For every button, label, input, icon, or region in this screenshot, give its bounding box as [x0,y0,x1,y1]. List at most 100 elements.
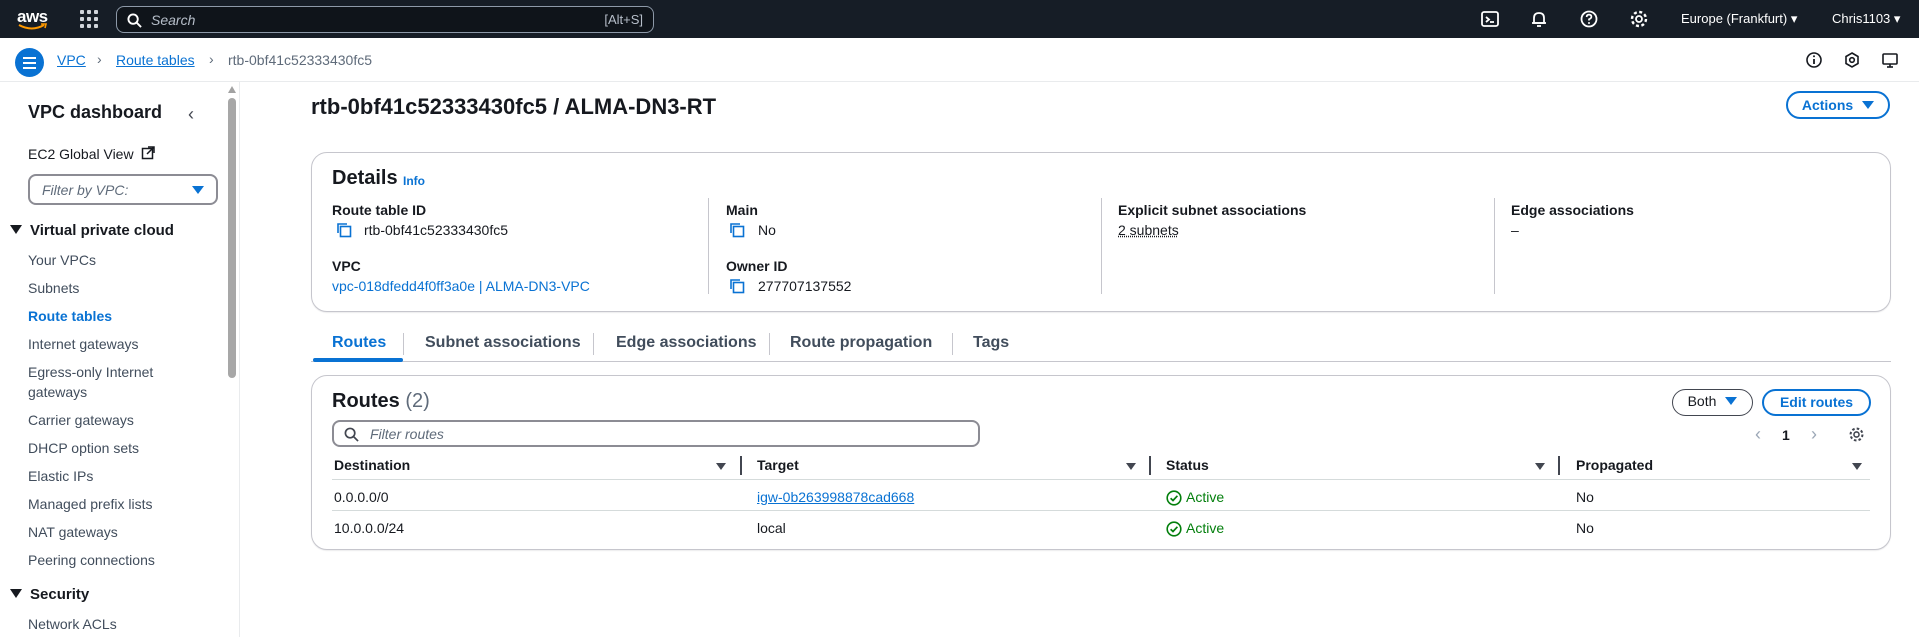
route-type-select[interactable]: Both [1672,389,1753,416]
column-header-destination[interactable]: Destination [334,457,410,473]
search-shortcut: [Alt+S] [604,12,643,27]
sidebar-item-nat-gateways[interactable]: NAT gateways [28,524,118,540]
side-menu-toggle-button[interactable] [15,48,44,77]
owner-id-label: Owner ID [726,258,788,274]
sidebar-item-dhcp-option-sets[interactable]: DHCP option sets [28,440,139,456]
tabs-divider [311,361,1891,362]
breadcrumb-route-tables[interactable]: Route tables [116,52,195,68]
tab-edge-associations[interactable]: Edge associations [616,334,757,352]
sidebar-scrollbar[interactable] [228,98,236,378]
next-page-icon[interactable]: › [1811,424,1817,445]
sidebar-item-ec2-global-view[interactable]: EC2 Global View [28,146,156,162]
sidebar-section-vpc[interactable]: Virtual private cloud [10,222,174,239]
breadcrumb-separator: › [97,51,102,67]
info-panel-icon[interactable] [1805,51,1823,69]
row-destination: 0.0.0.0/0 [334,489,389,505]
search-icon [344,427,359,442]
active-tab-indicator [313,358,403,362]
edit-routes-button[interactable]: Edit routes [1762,389,1871,416]
sidebar-item-peering-connections[interactable]: Peering connections [28,552,155,568]
aws-logo[interactable]: aws [16,6,50,32]
region-selector[interactable]: Europe (Frankfurt) ▾ [1681,11,1797,27]
gear-icon[interactable] [1629,9,1649,29]
settings-hex-icon[interactable] [1843,51,1861,69]
vpc-filter-select[interactable]: Filter by VPC: [28,174,218,205]
copy-icon[interactable] [336,222,352,238]
edge-associations-value: – [1511,222,1519,238]
breadcrumb-separator: › [209,51,214,67]
sidebar-item-elastic-ips[interactable]: Elastic IPs [28,468,93,484]
column-divider [1101,198,1102,294]
previous-page-icon[interactable]: ‹ [1755,424,1761,445]
chevron-down-icon [1862,101,1875,109]
copy-icon[interactable] [729,222,745,238]
sort-caret-icon[interactable] [1852,463,1862,470]
current-page-number[interactable]: 1 [1782,427,1790,443]
search-input[interactable]: Search [Alt+S] [116,6,654,33]
sidebar-title[interactable]: VPC dashboard [28,102,162,123]
explicit-subnet-associations-value[interactable]: 2 subnets [1118,222,1179,238]
row-target-link[interactable]: igw-0b263998878cad668 [757,489,914,505]
header-divider [332,479,1870,480]
sidebar-item-egress-only-gateways-line2[interactable]: gateways [28,384,87,400]
collapse-sidebar-icon[interactable]: ‹ [188,104,194,125]
tab-route-propagation[interactable]: Route propagation [790,334,932,352]
row-propagated: No [1576,489,1594,505]
tab-tags[interactable]: Tags [973,334,1009,352]
filter-routes-input[interactable]: Filter routes [332,420,980,447]
sidebar-section-security[interactable]: Security [10,586,89,603]
tab-subnet-associations[interactable]: Subnet associations [425,334,581,352]
external-link-icon [142,146,156,160]
sidebar-item-carrier-gateways[interactable]: Carrier gateways [28,412,134,428]
chevron-down-icon [1725,397,1738,405]
success-check-icon [1166,521,1182,537]
sidebar-item-route-tables[interactable]: Route tables [28,308,112,324]
column-resize-handle[interactable] [1558,456,1560,475]
side-navigation: VPC dashboard ‹ EC2 Global View Filter b… [0,82,240,637]
sidebar-item-subnets[interactable]: Subnets [28,280,79,296]
column-divider [708,198,709,294]
sidebar-item-internet-gateways[interactable]: Internet gateways [28,336,139,352]
route-table-id-label: Route table ID [332,202,427,218]
sidebar-item-your-vpcs[interactable]: Your VPCs [28,252,96,268]
services-grid-icon[interactable] [80,10,98,28]
column-header-status[interactable]: Status [1166,457,1209,473]
filter-routes-placeholder: Filter routes [370,426,444,442]
breadcrumb-vpc[interactable]: VPC [57,52,86,68]
table-preferences-gear-icon[interactable] [1848,426,1865,443]
actions-button[interactable]: Actions [1786,91,1890,119]
bell-icon[interactable] [1529,9,1549,29]
scroll-up-arrow[interactable] [228,86,236,93]
help-icon[interactable] [1579,9,1599,29]
sidebar-item-managed-prefix-lists[interactable]: Managed prefix lists [28,496,153,512]
column-header-target[interactable]: Target [757,457,799,473]
tab-routes[interactable]: Routes [332,334,386,352]
sort-caret-icon[interactable] [1126,463,1136,470]
sort-caret-icon[interactable] [716,463,726,470]
cloudshell-icon[interactable] [1480,9,1500,29]
copy-icon[interactable] [729,278,745,294]
user-menu[interactable]: Chris1103 ▾ [1832,11,1900,27]
aws-smile-icon [18,23,48,30]
tab-separator [593,333,594,355]
vpc-filter-placeholder: Filter by VPC: [42,182,129,198]
search-placeholder: Search [151,12,196,28]
top-navigation: aws Search [Alt+S] Europe (Frankfurt) ▾ … [0,0,1919,38]
row-destination: 10.0.0.0/24 [334,520,405,536]
sidebar-item-egress-only-gateways[interactable]: Egress-only Internet [28,364,153,380]
sidebar-item-network-acls[interactable]: Network ACLs [28,616,117,632]
tab-separator [952,333,953,355]
column-resize-handle[interactable] [740,456,742,475]
screen-share-icon[interactable] [1881,51,1899,69]
column-header-propagated[interactable]: Propagated [1576,457,1653,473]
column-resize-handle[interactable] [1149,456,1151,475]
vpc-link[interactable]: vpc-018dfedd4f0ff3a0e | ALMA-DN3-VPC [332,278,590,294]
collapse-triangle-icon [10,225,22,234]
sort-caret-icon[interactable] [1535,463,1545,470]
details-info-link[interactable]: Info [403,174,425,188]
row-divider [332,510,1870,511]
breadcrumb-bar: VPC › Route tables › rtb-0bf41c52333430f… [0,38,1919,82]
page-title: rtb-0bf41c52333430fc5 / ALMA-DN3-RT [311,94,717,119]
tab-separator [769,333,770,355]
search-icon [127,13,142,28]
